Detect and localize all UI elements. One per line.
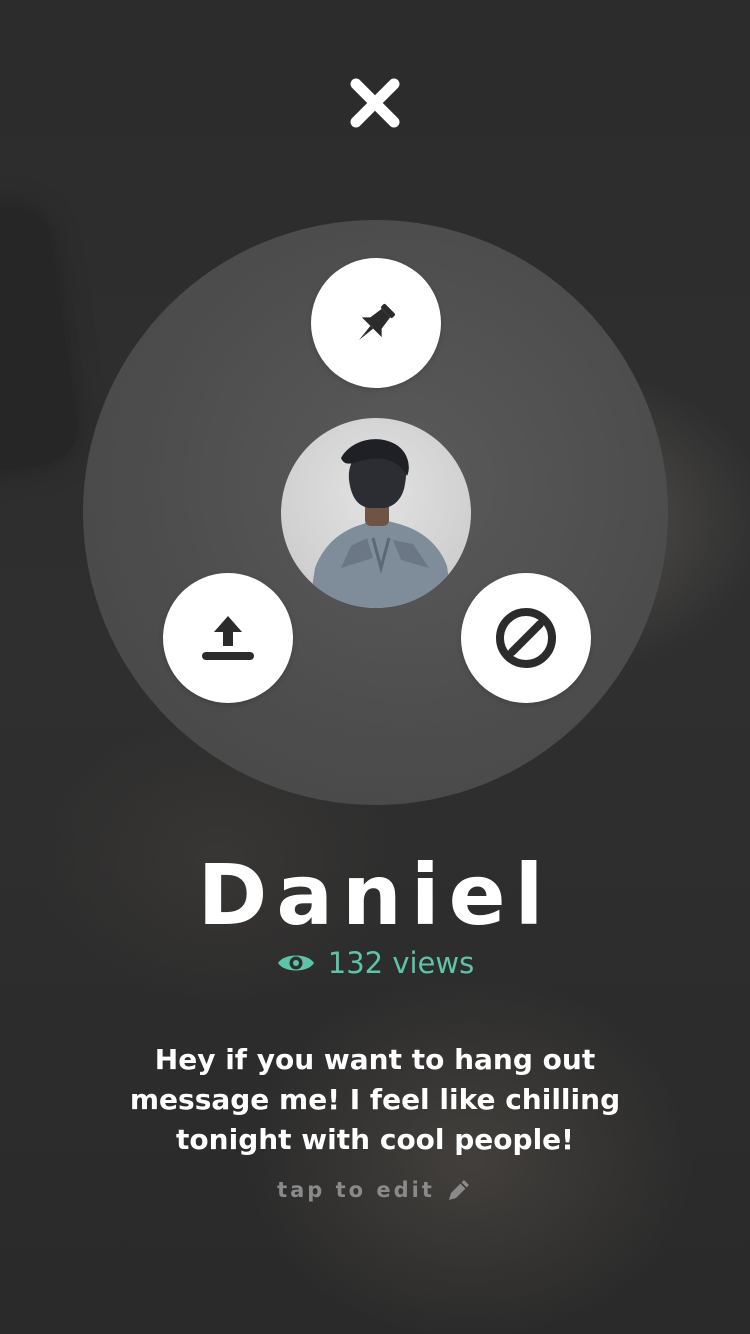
pin-icon (359, 304, 395, 340)
background-card (0, 201, 83, 489)
edit-hint-label: tap to edit (277, 1178, 435, 1202)
edit-hint[interactable]: tap to edit (0, 1172, 750, 1208)
close-icon (350, 78, 400, 128)
upload-icon (202, 616, 254, 660)
close-button[interactable] (344, 72, 406, 134)
share-button[interactable] (163, 573, 293, 703)
profile-avatar[interactable] (281, 418, 471, 608)
avatar-photo (309, 439, 453, 608)
eye-icon (277, 955, 314, 971)
bio-text[interactable]: Hey if you want to hang out message me! … (90, 1040, 660, 1160)
views-count: 132 views (327, 946, 475, 980)
block-button[interactable] (461, 573, 591, 703)
profile-name: Daniel (197, 846, 553, 944)
block-icon (496, 608, 556, 668)
pin-button[interactable] (311, 258, 441, 388)
pencil-icon (448, 1180, 469, 1200)
views-counter: 132 views (0, 940, 750, 986)
